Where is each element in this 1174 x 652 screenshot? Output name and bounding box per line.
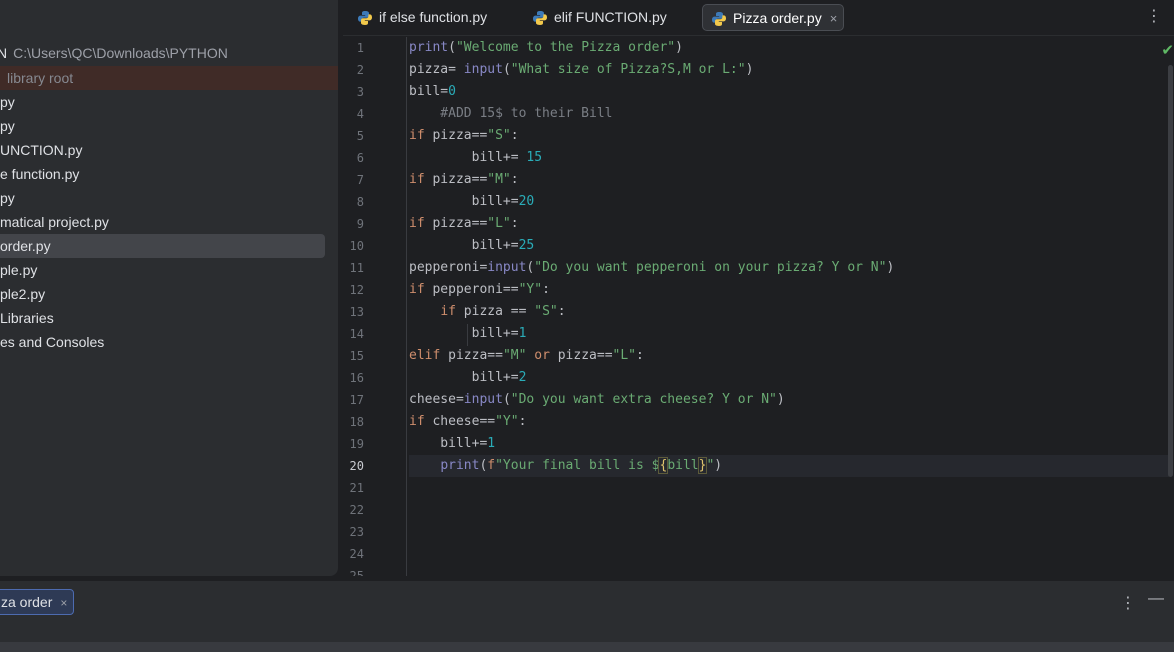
more-vertical-icon[interactable]: ⋮ — [1120, 593, 1136, 613]
line-number[interactable]: 17 — [343, 393, 364, 407]
code-line[interactable]: bill+=1 — [409, 433, 1169, 455]
more-vertical-icon[interactable]: ⋮ — [1146, 6, 1162, 26]
library-root-row: library root — [0, 66, 338, 90]
line-number[interactable]: 13 — [343, 305, 364, 319]
code-line[interactable]: bill+=20 — [409, 191, 1169, 213]
project-tree-item[interactable]: ple.py — [0, 258, 37, 282]
project-tree-item[interactable]: py — [0, 114, 15, 138]
line-number[interactable]: 23 — [343, 525, 364, 539]
project-panel: N C:\Users\QC\Downloads\PYTHON library ro… — [0, 0, 338, 576]
code-line[interactable] — [409, 499, 1169, 521]
tab-elif-function[interactable]: elif FUNCTION.py — [524, 4, 684, 31]
line-number[interactable]: 16 — [343, 371, 364, 385]
code-line[interactable]: if cheese=="Y": — [409, 411, 1169, 433]
line-number[interactable]: 11 — [343, 261, 364, 275]
code-line[interactable]: if pizza=="L": — [409, 213, 1169, 235]
line-number[interactable]: 20 — [343, 459, 364, 473]
line-number[interactable]: 8 — [343, 195, 364, 209]
line-number[interactable]: 22 — [343, 503, 364, 517]
line-number[interactable]: 9 — [343, 217, 364, 231]
line-number[interactable]: 10 — [343, 239, 364, 253]
tab-close-icon[interactable]: × — [830, 11, 838, 26]
line-number[interactable]: 18 — [343, 415, 364, 429]
project-tree-item[interactable]: es and Consoles — [0, 330, 104, 354]
editor-tab-bar: if else function.py elif FUNCTION.py Piz… — [343, 0, 1174, 36]
line-number[interactable]: 24 — [343, 547, 364, 561]
line-number[interactable]: 25 — [343, 569, 364, 576]
project-tree-item[interactable]: matical project.py — [0, 210, 109, 234]
code-line[interactable]: bill+= 15 — [409, 147, 1169, 169]
line-number[interactable]: 3 — [343, 85, 364, 99]
project-tree-item[interactable]: e function.py — [0, 162, 79, 186]
code-line[interactable]: if pizza=="S": — [409, 125, 1169, 147]
project-tree-item[interactable]: ple2.py — [0, 282, 45, 306]
code-line[interactable]: if pepperoni=="Y": — [409, 279, 1169, 301]
project-root-path: C:\Users\QC\Downloads\PYTHON — [13, 45, 228, 61]
tab-label: if else function.py — [379, 9, 488, 25]
tab-label: Pizza order.py — [733, 10, 822, 26]
run-panel: za order × ⋮ — — [0, 580, 1174, 652]
line-number[interactable]: 12 — [343, 283, 364, 297]
check-icon[interactable]: ✔ — [1161, 41, 1174, 59]
code-line[interactable] — [409, 477, 1169, 499]
minimize-icon[interactable]: — — [1148, 590, 1164, 608]
project-root-name: N — [0, 45, 8, 61]
project-tree-item[interactable]: py — [0, 90, 15, 114]
line-number[interactable]: 1 — [343, 41, 364, 55]
gutter-separator — [406, 37, 407, 576]
project-tree-item[interactable]: py — [0, 186, 15, 210]
code-line[interactable]: elif pizza=="M" or pizza=="L": — [409, 345, 1169, 367]
tab-pizza-order[interactable]: Pizza order.py × — [702, 4, 845, 31]
line-number[interactable]: 15 — [343, 349, 364, 363]
line-number[interactable]: 4 — [343, 107, 364, 121]
run-tab-pizza-order[interactable]: za order × — [0, 589, 75, 615]
line-number[interactable]: 21 — [343, 481, 364, 495]
line-number[interactable]: 14 — [343, 327, 364, 341]
code-line[interactable]: bill+=1 — [409, 323, 1169, 345]
code-line[interactable]: pizza= input("What size of Pizza?S,M or … — [409, 59, 1169, 81]
code-line[interactable]: pepperoni=input("Do you want pepperoni o… — [409, 257, 1169, 279]
code-line[interactable]: #ADD 15$ to their Bill — [409, 103, 1169, 125]
run-console-area[interactable] — [0, 642, 1174, 652]
code-editor[interactable]: print("Welcome to the Pizza order") pizza… — [343, 37, 1174, 576]
close-icon[interactable]: × — [60, 596, 67, 610]
editor-scrollbar[interactable] — [1168, 65, 1173, 477]
tab-label: elif FUNCTION.py — [554, 9, 667, 25]
tab-if-else-function[interactable]: if else function.py — [349, 4, 509, 31]
run-tab-label: za order — [1, 594, 53, 610]
project-tree-item[interactable]: UNCTION.py — [0, 138, 82, 162]
project-tree-item[interactable]: Libraries — [0, 306, 54, 330]
code-line[interactable]: cheese=input("Do you want extra cheese? … — [409, 389, 1169, 411]
code-line[interactable]: bill+=25 — [409, 235, 1169, 257]
line-number[interactable]: 6 — [343, 151, 364, 165]
project-root-row[interactable]: N C:\Users\QC\Downloads\PYTHON — [0, 41, 228, 65]
code-line[interactable]: if pizza=="M": — [409, 169, 1169, 191]
python-file-icon — [358, 11, 372, 25]
code-line[interactable] — [409, 521, 1169, 543]
line-number[interactable]: 7 — [343, 173, 364, 187]
code-line[interactable]: bill=0 — [409, 81, 1169, 103]
code-line[interactable]: if pizza == "S": — [409, 301, 1169, 323]
code-line[interactable]: print("Welcome to the Pizza order") — [409, 37, 1169, 59]
indent-guide — [467, 324, 468, 346]
line-number[interactable]: 19 — [343, 437, 364, 451]
code-line[interactable] — [409, 565, 1169, 576]
code-line[interactable]: bill+=2 — [409, 367, 1169, 389]
line-number[interactable]: 2 — [343, 63, 364, 77]
code-line[interactable]: print(f"Your final bill is ${bill}") — [409, 455, 1169, 477]
code-line[interactable] — [409, 543, 1169, 565]
python-file-icon — [712, 12, 726, 26]
python-file-icon — [533, 11, 547, 25]
line-number[interactable]: 5 — [343, 129, 364, 143]
project-tree-item[interactable]: order.py — [0, 234, 325, 258]
